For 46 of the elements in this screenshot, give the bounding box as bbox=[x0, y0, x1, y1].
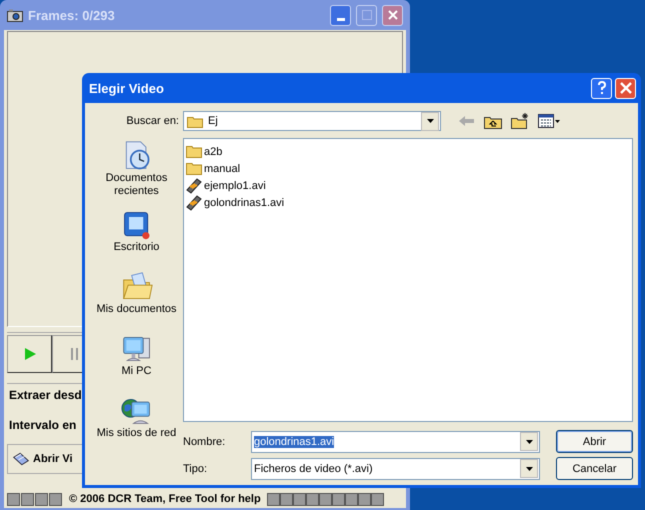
video-file-icon bbox=[186, 194, 202, 210]
file-name-field[interactable]: golondrinas1.avi bbox=[251, 430, 540, 452]
pause-icon bbox=[70, 348, 78, 360]
file-type-label: Tipo: bbox=[183, 462, 208, 474]
close-button[interactable] bbox=[382, 4, 403, 26]
look-in-label: Buscar en: bbox=[125, 115, 180, 127]
play-button[interactable] bbox=[7, 335, 52, 373]
dropdown-arrow-icon bbox=[426, 119, 434, 123]
new-folder-icon[interactable] bbox=[511, 113, 529, 129]
cancel-button[interactable]: Cancelar bbox=[556, 457, 633, 480]
folder-icon bbox=[187, 114, 203, 128]
file-name-label: Nombre: bbox=[183, 436, 226, 448]
window-title: Frames: 0/293 bbox=[28, 8, 115, 22]
places-bar-item[interactable]: Mis documentos bbox=[90, 262, 183, 324]
file-list-item[interactable]: manual bbox=[186, 160, 630, 177]
dialog-title: Elegir Video bbox=[89, 80, 164, 96]
view-menu-icon[interactable] bbox=[538, 114, 560, 128]
help-button[interactable] bbox=[591, 78, 612, 98]
camera-icon bbox=[7, 8, 23, 22]
film-strip-icon bbox=[7, 493, 63, 506]
dropdown-arrow-icon bbox=[526, 466, 532, 470]
status-text: © 2006 DCR Team, Free Tool for help bbox=[69, 493, 261, 506]
play-icon bbox=[24, 348, 36, 360]
maximize-icon bbox=[362, 10, 372, 20]
folder-icon bbox=[186, 162, 202, 175]
film-icon bbox=[12, 452, 30, 466]
places-bar-item[interactable]: Documentos recientes bbox=[90, 138, 183, 200]
field-label: Intervalo en bbox=[8, 418, 76, 432]
minimize-icon bbox=[336, 18, 344, 20]
file-type-dropdown[interactable]: Ficheros de video (*.avi) bbox=[251, 458, 540, 480]
places-bar-item[interactable]: Mi PC bbox=[90, 324, 183, 386]
close-icon bbox=[388, 10, 398, 20]
file-list-item[interactable]: a2b bbox=[186, 143, 630, 160]
folder-icon bbox=[186, 145, 202, 158]
places-bar-item[interactable]: Escritorio bbox=[90, 200, 183, 262]
file-list-item[interactable]: golondrinas1.avi bbox=[186, 194, 630, 211]
dropdown-arrow-icon bbox=[526, 440, 532, 444]
question-mark-icon bbox=[596, 81, 606, 95]
close-icon bbox=[620, 82, 632, 94]
look-in-dropdown[interactable]: Ej bbox=[183, 111, 441, 131]
film-strip-icon bbox=[266, 493, 385, 506]
file-list-item[interactable]: ejemplo1.avi bbox=[186, 177, 630, 194]
minimize-button[interactable] bbox=[330, 4, 351, 26]
video-file-icon bbox=[186, 178, 202, 194]
open-button[interactable]: Abrir bbox=[556, 430, 633, 453]
field-label: Extraer desd bbox=[8, 388, 82, 402]
